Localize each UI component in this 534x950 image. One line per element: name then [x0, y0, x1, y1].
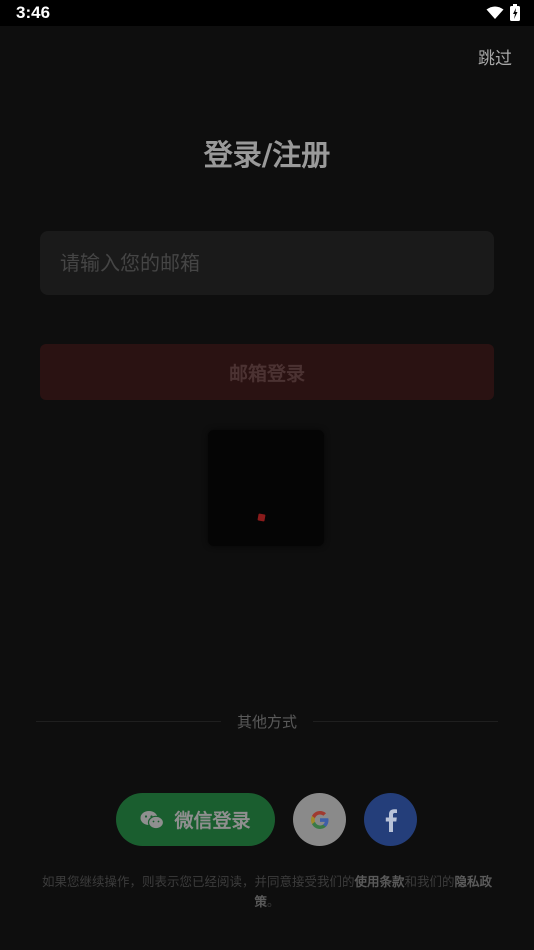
loading-spinner: [208, 430, 324, 546]
status-bar: 3:46: [0, 0, 534, 26]
status-icons: [486, 4, 520, 21]
terms-middle: 和我们的: [404, 874, 455, 889]
other-methods-divider: 其他方式: [36, 708, 499, 734]
facebook-icon: [385, 808, 397, 832]
other-methods-label: 其他方式: [237, 712, 298, 731]
email-login-button[interactable]: 邮箱登录: [40, 344, 494, 400]
facebook-login-button[interactable]: [364, 793, 417, 846]
wifi-icon: [486, 6, 504, 19]
email-field-container[interactable]: [40, 231, 494, 295]
wechat-login-label: 微信登录: [174, 810, 251, 832]
status-time: 3:46: [16, 3, 51, 22]
terms-notice: 如果您继续操作，则表示您已经阅读，并同意接受我们的使用条款和我们的隐私政策。: [36, 872, 498, 912]
google-icon: [310, 810, 328, 829]
divider-line-right: [313, 720, 499, 722]
wechat-login-button[interactable]: 微信登录: [116, 793, 275, 846]
skip-button[interactable]: 跳过: [478, 44, 512, 69]
battery-icon: [510, 4, 520, 21]
divider-line-left: [36, 720, 221, 722]
page-title: 登录/注册: [203, 138, 331, 172]
google-login-button[interactable]: [293, 793, 346, 846]
email-input[interactable]: [58, 250, 476, 276]
loading-dot-icon: [257, 513, 266, 522]
terms-of-use-link[interactable]: 使用条款: [354, 874, 404, 889]
wechat-icon: [140, 810, 165, 829]
terms-suffix: 。: [267, 894, 280, 909]
terms-prefix: 如果您继续操作，则表示您已经阅读，并同意接受我们的: [41, 874, 355, 889]
